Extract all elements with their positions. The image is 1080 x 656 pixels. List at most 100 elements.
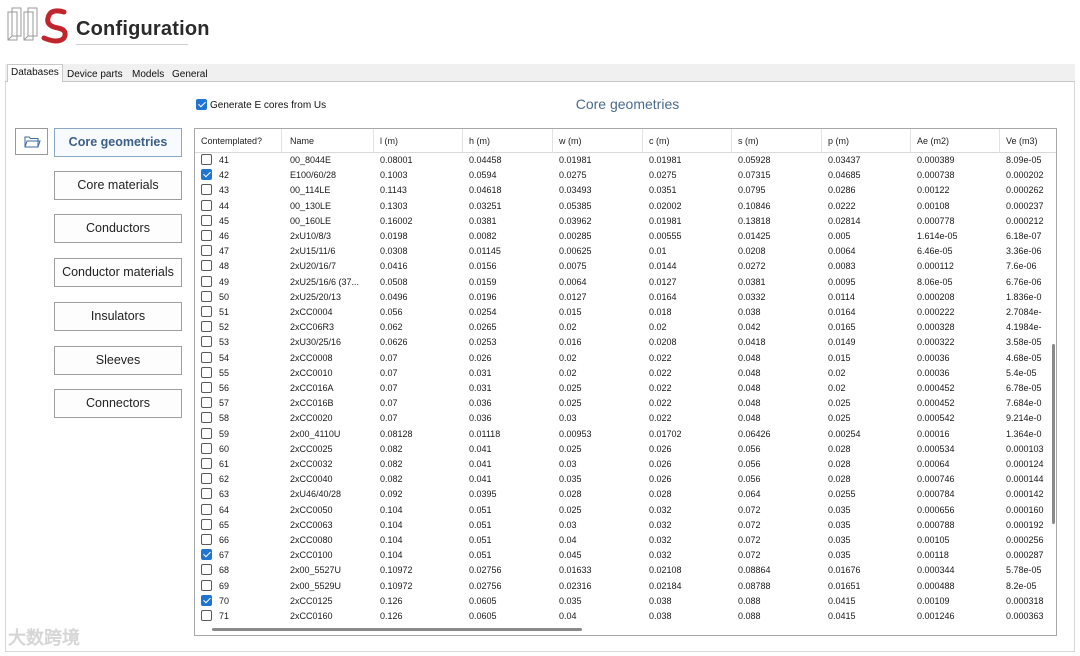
- table-row[interactable]: 42 E100/60/28 0.1003 0.0594 0.0275 0.0275 0.07…: [195, 168, 1056, 183]
- nav-core-geometries[interactable]: Core geometries: [54, 128, 182, 157]
- cell-c: 0.00555: [649, 231, 682, 241]
- checkbox-checked-icon[interactable]: [196, 99, 207, 110]
- cell-l: 0.07: [380, 413, 398, 424]
- row-checkbox[interactable]: [201, 184, 212, 196]
- nav-conductors[interactable]: Conductors: [54, 214, 182, 243]
- table-row[interactable]: 61 2xCC0032 0.082 0.041 0.03 0.026 0.056 0.028 0…: [195, 457, 1056, 472]
- table-row[interactable]: 66 2xCC0080 0.104 0.051 0.04 0.032 0.072 0.035 0…: [195, 533, 1056, 548]
- row-checkbox[interactable]: [201, 382, 212, 393]
- col-header-w[interactable]: w (m): [553, 129, 643, 153]
- table-row[interactable]: 71 2xCC0160 0.126 0.0605 0.04 0.038 0.088 0.041…: [195, 609, 1056, 624]
- row-checkbox[interactable]: [201, 397, 212, 409]
- vertical-scrollbar[interactable]: [1052, 344, 1055, 524]
- row-checkbox[interactable]: [201, 306, 212, 317]
- nav-conductor-materials[interactable]: Conductor materials: [54, 258, 182, 287]
- table-row[interactable]: 46 2xU10/8/3 0.0198 0.0082 0.00285 0.00555 0.0…: [195, 229, 1056, 244]
- table-row[interactable]: 49 2xU25/16/6 (37... 0.0508 0.0159 0.0064 0.0…: [195, 275, 1056, 290]
- row-checkbox[interactable]: [201, 260, 212, 272]
- col-header-contemplated[interactable]: Contemplated?: [195, 129, 282, 153]
- tab-databases[interactable]: Databases: [7, 64, 63, 83]
- table-row[interactable]: 41 00_8044E 0.08001 0.04458 0.01981 0.01981 0.…: [195, 153, 1056, 168]
- open-folder-button[interactable]: [15, 128, 48, 155]
- row-checkbox[interactable]: [201, 290, 212, 302]
- row-checkbox[interactable]: [201, 594, 212, 606]
- row-id: 54: [219, 352, 230, 363]
- col-header-p[interactable]: p (m): [822, 129, 911, 153]
- row-checkbox[interactable]: [201, 366, 212, 378]
- col-header-l[interactable]: l (m): [374, 129, 463, 153]
- table-row[interactable]: 63 2xU46/40/28 0.092 0.0395 0.028 0.028 0.064 0…: [195, 487, 1056, 502]
- table-row[interactable]: 67 2xCC0100 0.104 0.051 0.045 0.032 0.072 0.035…: [195, 548, 1056, 563]
- table-row[interactable]: 60 2xCC0025 0.082 0.041 0.025 0.026 0.056 0.028…: [195, 442, 1056, 457]
- col-header-name[interactable]: Name: [284, 129, 374, 153]
- cell-p: 0.0286: [828, 185, 856, 196]
- tab-device-parts[interactable]: Device parts: [63, 66, 127, 82]
- row-checkbox[interactable]: [201, 458, 212, 469]
- row-checkbox[interactable]: [201, 473, 212, 485]
- row-checkbox[interactable]: [201, 214, 212, 226]
- table-row[interactable]: 53 2xU30/25/16 0.0626 0.0253 0.016 0.0208 0.04…: [195, 335, 1056, 350]
- table-row[interactable]: 48 2xU20/16/7 0.0416 0.0156 0.0075 0.0144 0.02…: [195, 259, 1056, 274]
- table-row[interactable]: 51 2xCC0004 0.056 0.0254 0.015 0.018 0.038 0.01…: [195, 305, 1056, 320]
- table-row[interactable]: 54 2xCC0008 0.07 0.026 0.02 0.022 0.048 0.015 0.…: [195, 351, 1056, 366]
- row-checkbox[interactable]: [201, 579, 212, 591]
- table-row[interactable]: 45 00_160LE 0.16002 0.0381 0.03962 0.01981 0.1…: [195, 214, 1056, 229]
- col-header-s[interactable]: s (m): [732, 129, 822, 153]
- cell-name: 2x00_4110U: [290, 428, 341, 439]
- table-row[interactable]: 47 2xU15/11/6 0.0308 0.01145 0.00625 0.01 0.02…: [195, 244, 1056, 259]
- row-checkbox[interactable]: [201, 412, 212, 424]
- cell-p: 0.005: [828, 231, 851, 241]
- table-row[interactable]: 70 2xCC0125 0.126 0.0605 0.035 0.038 0.088 0.04…: [195, 594, 1056, 609]
- table-row[interactable]: 65 2xCC0063 0.104 0.051 0.03 0.032 0.072 0.035 0…: [195, 518, 1056, 533]
- row-checkbox[interactable]: [201, 518, 212, 530]
- table-row[interactable]: 57 2xCC016B 0.07 0.036 0.025 0.022 0.048 0.025 0…: [195, 396, 1056, 411]
- row-checkbox[interactable]: [201, 503, 212, 515]
- col-header-c[interactable]: c (m): [643, 129, 732, 153]
- table-row[interactable]: 59 2x00_4110U 0.08128 0.01118 0.00953 0.01702…: [195, 427, 1056, 442]
- col-header-h[interactable]: h (m): [463, 129, 553, 153]
- nav-core-materials[interactable]: Core materials: [54, 171, 182, 200]
- cell-h: 0.041: [469, 443, 492, 454]
- row-checkbox[interactable]: [201, 275, 212, 287]
- row-checkbox[interactable]: [201, 564, 212, 576]
- table-row[interactable]: 64 2xCC0050 0.104 0.051 0.025 0.032 0.072 0.035…: [195, 503, 1056, 518]
- row-checkbox[interactable]: [201, 169, 212, 181]
- table-row[interactable]: 52 2xCC06R3 0.062 0.0265 0.02 0.02 0.042 0.0165…: [195, 320, 1056, 335]
- cell-w: 0.025: [559, 504, 582, 515]
- row-checkbox[interactable]: [201, 154, 212, 165]
- row-checkbox[interactable]: [201, 549, 212, 561]
- nav-insulators[interactable]: Insulators: [54, 302, 182, 331]
- row-checkbox[interactable]: [201, 199, 212, 211]
- table-row[interactable]: 69 2x00_5529U 0.10972 0.02756 0.02316 0.02184…: [195, 579, 1056, 594]
- nav-connectors[interactable]: Connectors: [54, 389, 182, 418]
- table-row[interactable]: 44 00_130LE 0.1303 0.03251 0.05385 0.02002 0.1…: [195, 199, 1056, 214]
- tab-general[interactable]: General: [168, 66, 212, 82]
- row-checkbox[interactable]: [201, 321, 212, 333]
- row-checkbox[interactable]: [201, 534, 212, 545]
- cell-p: 0.028: [828, 459, 851, 469]
- col-header-ve[interactable]: Ve (m3): [1000, 129, 1056, 153]
- generate-e-cores-checkbox[interactable]: Generate E cores from Us: [196, 99, 326, 113]
- table-row[interactable]: 43 00_114LE 0.1143 0.04618 0.03493 0.0351 0.07…: [195, 183, 1056, 198]
- table-row[interactable]: 62 2xCC0040 0.082 0.041 0.035 0.026 0.056 0.028…: [195, 472, 1056, 487]
- row-checkbox[interactable]: [201, 245, 212, 257]
- table-row[interactable]: 55 2xCC0010 0.07 0.031 0.02 0.022 0.048 0.02 0.0…: [195, 366, 1056, 381]
- table-row[interactable]: 50 2xU25/20/13 0.0496 0.0196 0.0127 0.0164 0.0…: [195, 290, 1056, 305]
- row-id: 43: [219, 185, 230, 196]
- row-checkbox[interactable]: [201, 488, 212, 500]
- row-checkbox[interactable]: [201, 610, 212, 621]
- row-checkbox[interactable]: [201, 442, 212, 454]
- row-checkbox[interactable]: [201, 230, 212, 241]
- row-checkbox[interactable]: [201, 351, 212, 363]
- col-header-ae[interactable]: Ae (m2): [911, 129, 1000, 153]
- table-row[interactable]: 56 2xCC016A 0.07 0.031 0.025 0.022 0.048 0.02 0.…: [195, 381, 1056, 396]
- row-checkbox[interactable]: [201, 427, 212, 439]
- nav-sleeves[interactable]: Sleeves: [54, 346, 182, 375]
- cell-ae: 0.00064: [917, 459, 950, 469]
- row-checkbox[interactable]: [201, 336, 212, 348]
- table-row[interactable]: 58 2xCC0020 0.07 0.036 0.03 0.022 0.048 0.025 0.…: [195, 411, 1056, 426]
- horizontal-scrollbar[interactable]: [212, 628, 582, 631]
- tab-models[interactable]: Models: [128, 66, 168, 82]
- cell-c: 0.022: [649, 352, 672, 363]
- table-row[interactable]: 68 2x00_5527U 0.10972 0.02756 0.01633 0.02108…: [195, 563, 1056, 578]
